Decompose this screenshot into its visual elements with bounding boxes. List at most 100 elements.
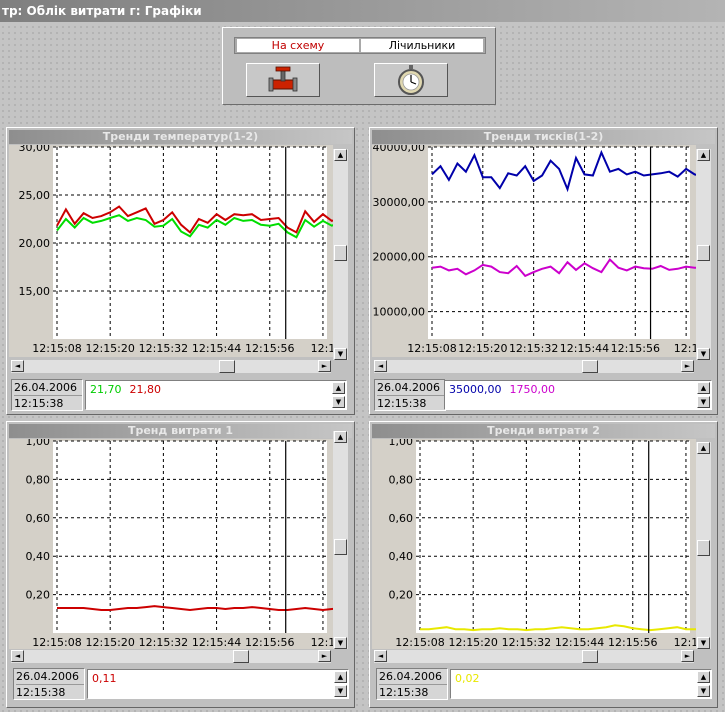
scroll-thumb[interactable]	[697, 540, 710, 556]
chart-horizontal-scrollbar[interactable]: ◄ ►	[374, 650, 694, 663]
flow-1-chart: 1,00 0,80 0,60 0,40 0,20 12:15:08 12:15:20 12:1…	[9, 435, 394, 652]
scroll-thumb[interactable]	[219, 360, 235, 373]
chart-canvas: 1,00 0,80 0,60 0,40 0,20 12:15:08 12:15:20 12:1…	[372, 435, 725, 649]
x-tick-label: 12:15:08	[395, 636, 444, 649]
x-tick-label: 12:1	[311, 636, 333, 649]
date-label: 26.04.2006	[377, 381, 440, 394]
scroll-up-arrow[interactable]: ▲	[334, 431, 347, 443]
tab-counters[interactable]: Лічильники	[361, 39, 483, 52]
x-tick-label: 12:15:44	[555, 636, 604, 649]
x-tick-label: 12:15:20	[448, 636, 497, 649]
scroll-thumb[interactable]	[334, 539, 347, 555]
scroll-up-arrow[interactable]: ▲	[334, 149, 347, 161]
scroll-up-arrow[interactable]: ▲	[697, 149, 710, 161]
y-tick-label: 0,20	[389, 589, 414, 602]
y-tick-label: 1,00	[389, 439, 414, 448]
scroll-down-arrow[interactable]: ▼	[697, 348, 710, 360]
temperature-chart: 30,00 25,00 20,00 15,00 12:15:08 12:15:20 12:1…	[9, 141, 395, 360]
flow-2-chart: 1,00 0,80 0,60 0,40 0,20 12:15:08 12:15:20 12:1…	[372, 435, 725, 652]
x-tick-label: 12:15:44	[192, 636, 241, 649]
scroll-left-arrow[interactable]: ◄	[374, 360, 387, 372]
y-tick-label: 1,00	[26, 439, 51, 448]
stopwatch-icon	[398, 65, 424, 95]
pressure-chart: 40000,00 30000,00 20000,00 10000,00 12:15:08…	[372, 141, 725, 360]
current-values-box: 35000,00 1750,00 ▲ ▼	[444, 380, 712, 410]
chart-horizontal-scrollbar[interactable]: ◄ ►	[11, 650, 331, 663]
chart-vertical-scrollbar[interactable]: ▲ ▼	[333, 431, 348, 649]
current-values-box: 0,11 ▲ ▼	[87, 669, 349, 699]
y-tick-label: 30,00	[19, 145, 51, 154]
scroll-left-arrow[interactable]: ◄	[374, 650, 387, 662]
values-down-arrow[interactable]: ▼	[697, 396, 710, 408]
values-down-arrow[interactable]: ▼	[334, 685, 347, 697]
y-tick-label: 40000,00	[373, 145, 426, 154]
y-tick-label: 15,00	[19, 285, 51, 298]
chart-vertical-scrollbar[interactable]: ▲ ▼	[696, 442, 711, 649]
time-label: 12:15:38	[16, 684, 84, 700]
flow-trends-2-panel: Тренди витрати 2 1,00 0,80 0,60 0,40 0,20 12:…	[369, 421, 725, 708]
scroll-left-arrow[interactable]: ◄	[11, 360, 24, 372]
scroll-thumb[interactable]	[697, 245, 710, 261]
x-tick-label: 12:15:20	[85, 636, 134, 649]
scroll-down-arrow[interactable]: ▼	[334, 637, 347, 649]
x-tick-label: 12:15:44	[192, 342, 241, 355]
chart-canvas: 40000,00 30000,00 20000,00 10000,00 12:15:08…	[372, 141, 725, 357]
x-tick-label: 12:1	[311, 342, 333, 355]
chart-vertical-scrollbar[interactable]: ▲ ▼	[696, 149, 711, 360]
date-time-display: 26.04.2006 12:15:38	[374, 379, 446, 411]
temperature-trends-panel: Тренди температур(1-2) 30,00 25,00 20,00 15…	[6, 127, 395, 415]
values-up-arrow[interactable]: ▲	[697, 671, 710, 683]
x-tick-label: 12:15:08	[407, 342, 456, 355]
x-tick-label: 12:15:32	[139, 636, 188, 649]
series-value: 35000,00	[449, 383, 502, 396]
x-tick-label: 12:15:32	[502, 636, 551, 649]
y-tick-label: 10000,00	[373, 306, 426, 319]
date-label: 26.04.2006	[16, 670, 79, 683]
x-tick-label: 12:15:32	[139, 342, 188, 355]
scroll-down-arrow[interactable]: ▼	[697, 637, 710, 649]
scroll-up-arrow[interactable]: ▲	[697, 442, 710, 454]
y-tick-label: 20000,00	[373, 251, 426, 264]
y-tick-label: 0,20	[26, 589, 51, 602]
x-tick-label: 12:15:56	[611, 342, 660, 355]
chart-horizontal-scrollbar[interactable]: ◄ ►	[374, 360, 694, 373]
chart-vertical-scrollbar[interactable]: ▲ ▼	[333, 149, 348, 360]
x-tick-label: 12:15:56	[245, 636, 294, 649]
flow-trend-1-panel: Тренд витрати 1 1,00 0,80 0,60 0,40 0,20 12:1…	[6, 421, 394, 708]
scroll-thumb[interactable]	[334, 245, 347, 261]
time-label: 12:15:38	[377, 395, 445, 411]
window-title: тр: Облік витрати г: Графіки	[0, 0, 725, 22]
y-tick-label: 0,40	[26, 550, 51, 563]
tab-to-scheme[interactable]: На схему	[237, 39, 359, 52]
counters-button[interactable]	[374, 63, 448, 97]
values-up-arrow[interactable]: ▲	[334, 671, 347, 683]
scroll-right-arrow[interactable]: ►	[681, 360, 694, 372]
values-up-arrow[interactable]: ▲	[332, 382, 345, 394]
values-down-arrow[interactable]: ▼	[332, 396, 345, 408]
scheme-button[interactable]	[246, 63, 320, 97]
scroll-right-arrow[interactable]: ►	[318, 650, 331, 662]
x-tick-label: 12:15:08	[32, 636, 81, 649]
x-tick-label: 12:15:20	[458, 342, 507, 355]
date-time-display: 26.04.2006 12:15:38	[376, 668, 448, 700]
scroll-right-arrow[interactable]: ►	[681, 650, 694, 662]
panel-title: Тренди тисків(1-2)	[372, 130, 715, 144]
scroll-left-arrow[interactable]: ◄	[11, 650, 24, 662]
y-tick-label: 0,40	[389, 550, 414, 563]
scroll-right-arrow[interactable]: ►	[318, 360, 331, 372]
y-tick-label: 30000,00	[373, 196, 426, 209]
time-label: 12:15:38	[14, 395, 82, 411]
scroll-thumb[interactable]	[233, 650, 249, 663]
current-values-box: 0,02 ▲ ▼	[450, 669, 712, 699]
values-up-arrow[interactable]: ▲	[697, 382, 710, 394]
values-down-arrow[interactable]: ▼	[697, 685, 710, 697]
scroll-down-arrow[interactable]: ▼	[334, 348, 347, 360]
scroll-thumb[interactable]	[582, 360, 598, 373]
chart-horizontal-scrollbar[interactable]: ◄ ►	[11, 360, 331, 373]
time-label: 12:15:38	[379, 684, 447, 700]
x-tick-label: 12:15:44	[560, 342, 609, 355]
scroll-thumb[interactable]	[582, 650, 598, 663]
current-values-box: 21,70 21,80 ▲ ▼	[85, 380, 347, 410]
x-tick-label: 12:15:32	[509, 342, 558, 355]
panel-title: Тренди температур(1-2)	[9, 130, 352, 144]
